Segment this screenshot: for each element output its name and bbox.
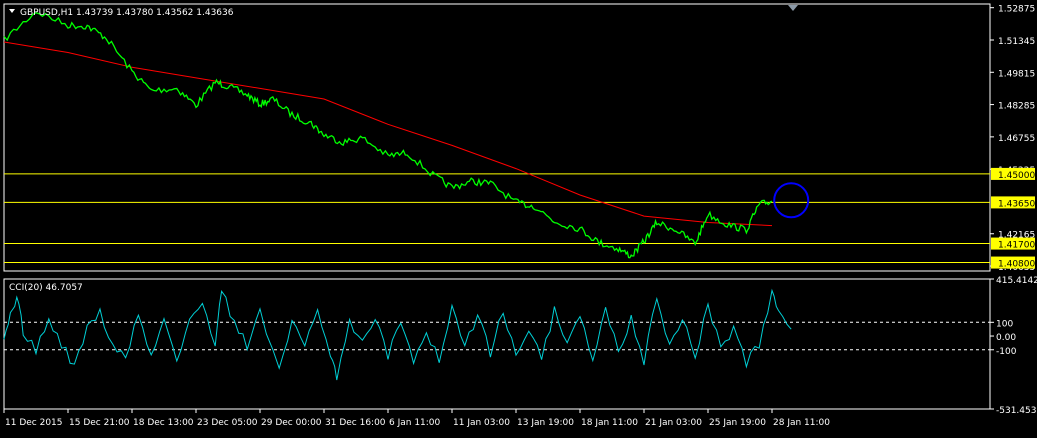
x-tick-label: 15 Dec 21:00: [69, 418, 130, 428]
cci-y-tick-label: -100: [996, 347, 1017, 357]
price-title: GBPUSD,H1 1.43739 1.43780 1.43562 1.4363…: [20, 8, 234, 18]
cci-y-tick-label: 0.00: [996, 333, 1016, 343]
chart-background: [0, 0, 1037, 434]
price-level-label: 1.41700: [998, 241, 1035, 251]
cci-y-tick-label: 415.4142: [996, 276, 1037, 286]
price-y-tick-label: 1.46755: [998, 134, 1035, 144]
x-tick-label: 23 Dec 05:00: [197, 418, 258, 428]
x-tick-label: 25 Jan 19:00: [709, 418, 766, 428]
x-tick-label: 6 Jan 11:00: [389, 418, 441, 428]
cci-title: CCI(20) 46.7057: [9, 283, 83, 293]
chart-svg: 1.528751.513451.498151.482851.467551.452…: [0, 0, 1037, 434]
price-y-tick-label: 1.52875: [998, 5, 1035, 15]
x-tick-label: 31 Dec 16:00: [325, 418, 386, 428]
x-tick-label: 11 Jan 03:00: [453, 418, 510, 428]
cci-y-tick-label: 100: [996, 319, 1013, 329]
x-tick-label: 18 Dec 13:00: [133, 418, 194, 428]
chart-root: 1.528751.513451.498151.482851.467551.452…: [0, 0, 1037, 434]
x-tick-label: 13 Jan 19:00: [517, 418, 574, 428]
x-tick-label: 21 Jan 03:00: [645, 418, 702, 428]
x-tick-label: 11 Dec 2015: [5, 418, 63, 428]
price-level-label: 1.43650: [998, 199, 1035, 209]
x-tick-label: 18 Jan 11:00: [581, 418, 638, 428]
price-y-tick-label: 1.51345: [998, 37, 1035, 47]
price-y-tick-label: 1.49815: [998, 69, 1035, 79]
cci-y-tick-label: -531.4533: [996, 406, 1037, 416]
price-y-tick-label: 1.48285: [998, 102, 1035, 112]
price-level-label: 1.45000: [998, 171, 1035, 181]
x-tick-label: 29 Dec 00:00: [261, 418, 322, 428]
x-tick-label: 28 Jan 11:00: [773, 418, 830, 428]
price-level-label: 1.40800: [998, 260, 1035, 270]
